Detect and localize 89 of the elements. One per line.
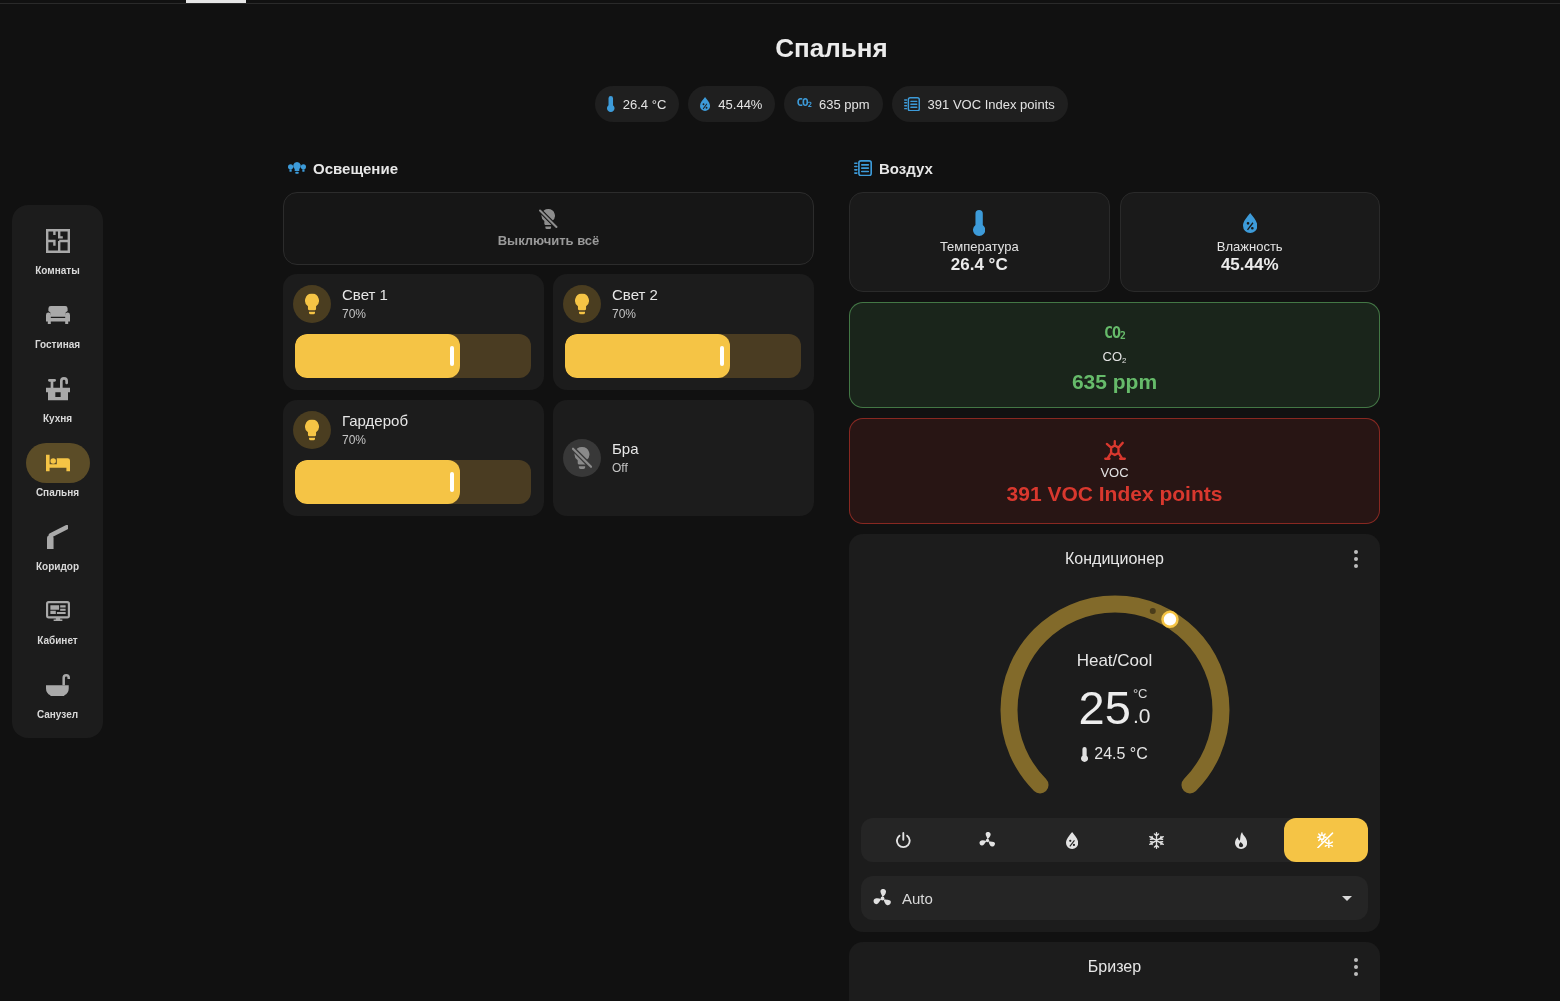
bulb-off-icon[interactable] bbox=[563, 438, 601, 477]
sensor-value: 635 ppm bbox=[1071, 370, 1158, 395]
sensor-label: Влажность bbox=[1216, 239, 1283, 255]
thermometer-icon bbox=[1081, 746, 1089, 762]
light-name: Свет 2 bbox=[612, 286, 658, 304]
sink-icon bbox=[45, 377, 70, 401]
brightness-slider[interactable] bbox=[565, 334, 801, 378]
flame-icon bbox=[1235, 831, 1248, 849]
bulb-off-icon bbox=[539, 209, 558, 229]
card-title: Бризер bbox=[1087, 957, 1142, 977]
sensor-chip[interactable]: 26.4 °C bbox=[595, 86, 680, 122]
sensor-card[interactable]: VOC 391 VOC Index points bbox=[849, 418, 1380, 524]
co2-icon: CO$_{2}$ bbox=[796, 95, 811, 113]
water-percent-icon bbox=[700, 97, 711, 111]
chip-value: 391 VOC Index points bbox=[927, 96, 1055, 112]
power-icon bbox=[895, 831, 911, 849]
chip-value: 26.4 °C bbox=[622, 96, 667, 112]
sidebar-item[interactable]: Коридор bbox=[15, 517, 100, 574]
caret-icon bbox=[1342, 895, 1352, 901]
dial-handle[interactable] bbox=[1160, 610, 1179, 629]
sofa-icon bbox=[45, 306, 70, 324]
slider-handle[interactable] bbox=[450, 346, 455, 366]
section-heading: Освещение bbox=[313, 159, 398, 177]
brightness-slider[interactable] bbox=[295, 334, 531, 378]
sensor-value: 45.44% bbox=[1220, 255, 1279, 275]
sensor-card[interactable]: Температура 26.4 °C bbox=[849, 192, 1110, 292]
card-title: Кондиционер bbox=[1065, 549, 1164, 569]
slider-handle[interactable] bbox=[450, 472, 455, 492]
snowflake-icon bbox=[1149, 831, 1165, 849]
sidebar-item[interactable]: Спальня bbox=[15, 443, 100, 500]
light-state: 70% bbox=[612, 306, 638, 322]
bulb-icon[interactable] bbox=[563, 285, 601, 323]
sensor-chip[interactable]: 45.44% bbox=[688, 86, 776, 122]
sensor-chip[interactable]: 391 VOC Index points bbox=[891, 86, 1068, 122]
current-temperature: 24.5 °C bbox=[1094, 744, 1148, 764]
sensor-label: Температура bbox=[939, 239, 1019, 255]
bathtub-icon bbox=[45, 673, 70, 697]
barrier-icon bbox=[46, 525, 69, 549]
sidebar-item[interactable]: Гостиная bbox=[15, 295, 100, 352]
sensor-card[interactable]: Влажность 45.44% bbox=[1119, 192, 1380, 292]
mode-button[interactable] bbox=[1283, 818, 1368, 862]
light-card[interactable]: Бра Off bbox=[553, 400, 814, 516]
light-card[interactable]: Свет 2 70% bbox=[553, 274, 814, 390]
temperature-unit: °C bbox=[1132, 687, 1148, 701]
more-icon[interactable] bbox=[1354, 550, 1358, 568]
light-name: Свет 1 bbox=[342, 286, 388, 304]
all-off-button[interactable]: Выключить всё bbox=[283, 192, 814, 265]
sensor-label: CO$_{2}$ bbox=[1102, 349, 1127, 368]
air-filter-icon bbox=[903, 96, 920, 112]
sidebar-item[interactable]: Комнаты bbox=[15, 221, 100, 278]
floor-plan-icon bbox=[45, 229, 70, 253]
sensor-label: VOC bbox=[1100, 465, 1129, 481]
light-name: Бра bbox=[612, 439, 639, 458]
light-card[interactable]: Гардероб 70% bbox=[283, 400, 544, 516]
chip-value: 635 ppm bbox=[819, 96, 870, 112]
lightbulbs-icon bbox=[288, 162, 306, 174]
more-icon[interactable] bbox=[1354, 958, 1358, 976]
fan-mode-select[interactable]: Auto bbox=[861, 876, 1368, 920]
monitor-icon bbox=[45, 600, 70, 622]
light-state: Off bbox=[612, 459, 629, 476]
section-heading: Воздух bbox=[879, 159, 933, 177]
tab-indicator bbox=[186, 0, 246, 3]
target-temperature: 25 bbox=[1078, 684, 1131, 732]
chip-value: 45.44% bbox=[718, 96, 763, 112]
light-state: 70% bbox=[342, 306, 368, 322]
brightness-slider[interactable] bbox=[295, 460, 531, 504]
sidebar-item[interactable]: Кабинет bbox=[15, 591, 100, 648]
sun-snowflake-icon bbox=[1317, 831, 1335, 849]
dial-track[interactable] bbox=[1000, 595, 1229, 794]
air-filter-icon bbox=[854, 159, 872, 177]
fan-icon bbox=[979, 831, 997, 849]
light-card[interactable]: Свет 1 70% bbox=[283, 274, 544, 390]
slider-handle[interactable] bbox=[720, 346, 725, 366]
hvac-mode-label: Heat/Cool bbox=[1076, 651, 1153, 671]
bulb-icon[interactable] bbox=[293, 411, 331, 449]
water-percent-icon bbox=[1066, 831, 1079, 849]
light-state: 70% bbox=[342, 432, 368, 448]
page-title: Спальня bbox=[775, 32, 888, 64]
sensor-value: 26.4 °C bbox=[950, 255, 1008, 275]
bulb-icon[interactable] bbox=[293, 285, 331, 323]
target-decimal: .0 bbox=[1132, 705, 1151, 727]
fan-icon bbox=[873, 888, 892, 908]
sidebar-item[interactable]: Санузел bbox=[15, 665, 100, 722]
bed-icon bbox=[25, 443, 90, 483]
light-name: Гардероб bbox=[342, 412, 408, 430]
sensor-value: 391 VOC Index points bbox=[1006, 482, 1223, 506]
thermometer-icon bbox=[607, 96, 615, 112]
sidebar-item[interactable]: Кухня bbox=[15, 369, 100, 426]
sensor-chip[interactable]: CO$_{2}$ 635 ppm bbox=[784, 86, 883, 122]
